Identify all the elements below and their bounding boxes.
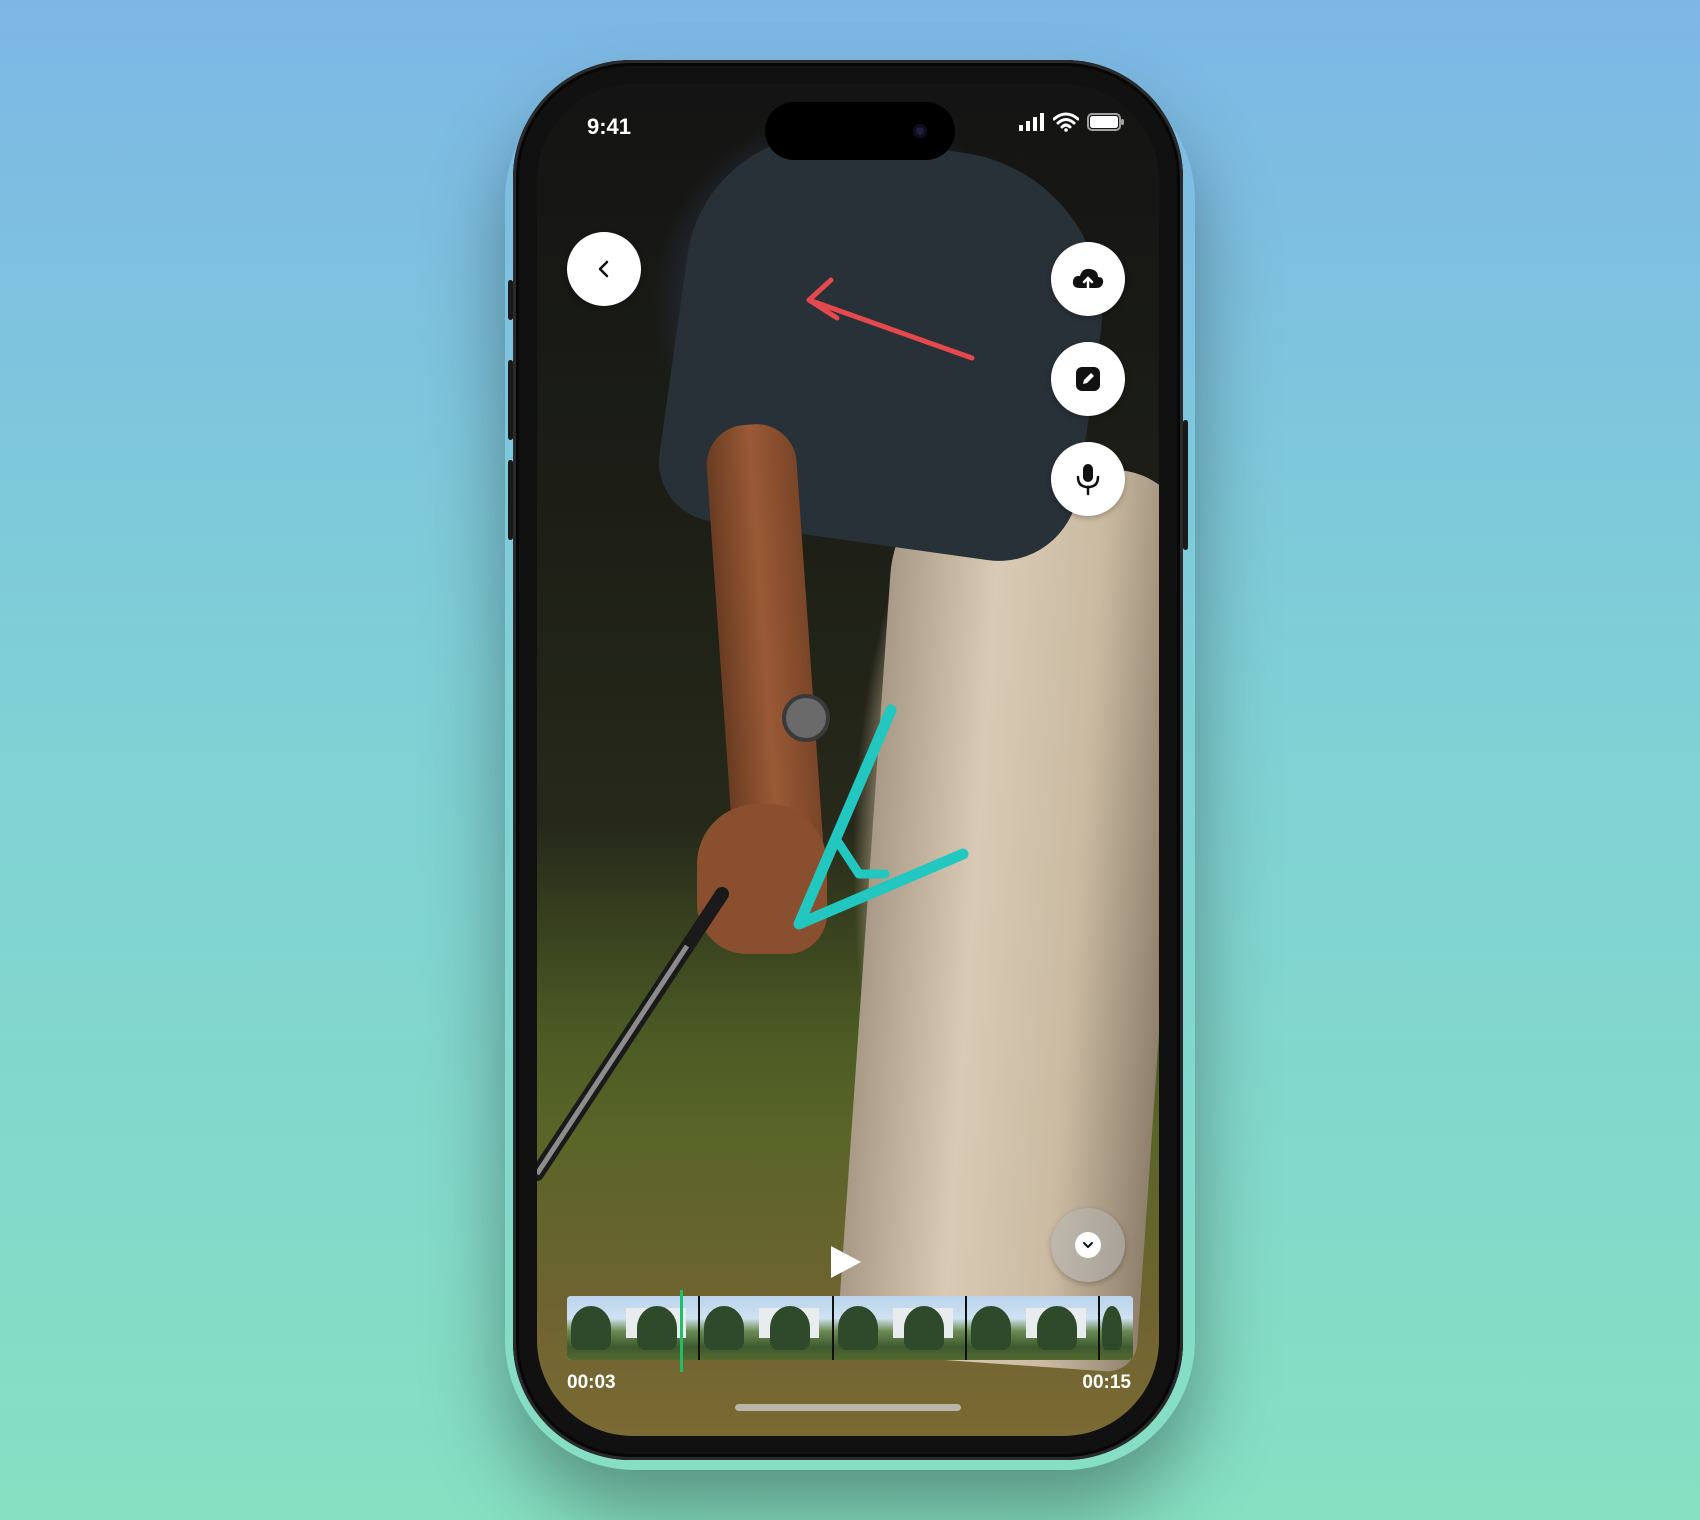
current-time-label: 00:03 — [567, 1372, 616, 1393]
collapse-button[interactable] — [1051, 1208, 1125, 1282]
status-time: 9:41 — [587, 114, 632, 139]
front-camera — [913, 124, 927, 138]
play-icon[interactable] — [829, 1244, 863, 1280]
dynamic-island — [765, 102, 955, 160]
timeline-thumbnail — [700, 1296, 834, 1360]
volume-down-button — [508, 460, 513, 540]
status-icons — [1019, 112, 1125, 132]
battery-icon — [1087, 113, 1124, 131]
timeline-scrubber[interactable] — [567, 1296, 1133, 1360]
wifi-icon — [1053, 112, 1079, 132]
cellular-signal-icon — [1019, 113, 1044, 131]
voice-button[interactable] — [1051, 442, 1125, 516]
volume-up-button — [508, 360, 513, 440]
power-button — [1183, 420, 1188, 550]
chevron-down-icon — [1083, 1242, 1093, 1248]
microphone-icon — [1076, 464, 1100, 496]
duration-label: 00:15 — [1082, 1372, 1131, 1393]
status-bar: 9:41 — [537, 84, 1159, 160]
home-indicator[interactable] — [735, 1404, 961, 1411]
upload-button[interactable] — [1051, 242, 1125, 316]
angle-annotation — [793, 704, 969, 930]
pencil-icon — [1076, 367, 1100, 391]
action-button — [508, 280, 513, 320]
collapse-icon-bg — [1075, 1232, 1101, 1258]
cloud-upload-icon — [1072, 268, 1104, 291]
timeline-playhead[interactable] — [680, 1290, 684, 1372]
timeline-thumbnail — [833, 1296, 967, 1360]
phone-frame: 9:41 00:03 00:15 — [508, 60, 1188, 1460]
timeline-thumbnail — [966, 1296, 1101, 1360]
chevron-left-icon — [598, 260, 609, 278]
timeline-thumbnail — [1100, 1296, 1133, 1360]
draw-button[interactable] — [1051, 342, 1125, 416]
back-button[interactable] — [567, 232, 641, 306]
red-arrow-annotation — [806, 277, 975, 361]
video-screen[interactable]: 9:41 00:03 00:15 — [537, 84, 1159, 1436]
